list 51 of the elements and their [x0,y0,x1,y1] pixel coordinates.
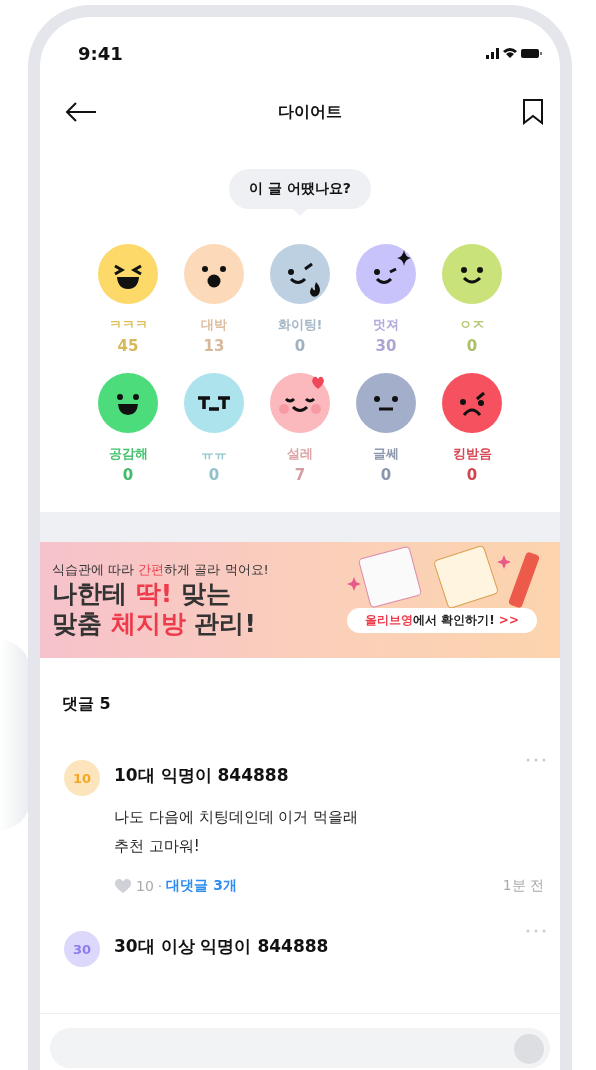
reaction-count: 13 [203,337,225,355]
reaction-label: 공감해 [108,445,148,463]
emoji-face-icon[interactable] [356,373,416,433]
emoji-face-icon[interactable] [184,373,244,433]
emoji-face-icon[interactable] [98,373,158,433]
status-time: 9:41 [78,42,123,64]
comment-text: 추천 고마워! [114,836,200,857]
reaction-label: 글쎄 [373,445,399,463]
reaction-label: 화이팅! [277,316,323,334]
emoji-face-icon[interactable] [442,373,502,433]
comment-input-field[interactable] [50,1028,550,1068]
bookmark-icon[interactable] [522,99,544,125]
reaction-label: 멋져 [373,316,399,334]
comment-text: 나도 다음에 치팅데인데 이거 먹을래 [114,807,359,828]
separator-dot: · [157,878,163,894]
reaction-count: 45 [117,337,139,355]
reaction-count: 0 [122,466,134,484]
reaction-count: 0 [380,466,392,484]
reaction-count: 0 [466,337,478,355]
like-count: 10 [136,878,154,894]
status-icons [486,46,542,60]
reaction-count: 30 [375,337,397,355]
back-arrow-icon[interactable] [64,102,98,122]
comments-header: 댓글 5 [61,693,112,715]
banner-link-button[interactable]: 올리브영에서 확인하기! >> [347,608,537,633]
reaction-count: 0 [294,337,306,355]
emoji-face-icon[interactable] [356,244,416,304]
emoji-face-icon[interactable] [270,244,330,304]
comment-time: 1분 전 [502,877,544,895]
emoji-face-icon[interactable] [184,244,244,304]
reaction-label: ㅋㅋㅋ [108,316,148,334]
emoji-face-icon[interactable] [98,244,158,304]
banner-subtitle: 식습관에 따라 간편하게 골라 먹어요! [52,561,269,579]
reaction-label: 대박 [201,316,227,334]
reaction-label: 설레 [287,445,313,463]
banner-headline: 맞춤 체지방 관리! [52,609,257,639]
ad-banner[interactable]: 식습관에 따라 간편하게 골라 먹어요! 나한테 딱! 맞는 맞춤 체지방 관리! 올리브영에서 확인하기! >> [40,542,560,658]
reaction-count: 0 [208,466,220,484]
reaction-label: 킹받음 [452,445,492,463]
page-title: 다이어트 [278,101,342,123]
emoji-face-icon[interactable] [442,244,502,304]
banner-headline: 나한테 딱! 맞는 [52,579,232,609]
age-badge: 10 [64,760,100,796]
comment-author: 10대 익명이 844888 [114,764,290,787]
emoji-face-icon[interactable] [270,373,330,433]
age-badge: 30 [64,931,100,967]
comment-author: 30대 이상 익명이 844888 [114,935,330,958]
reaction-label: ㅠㅠ [201,445,227,463]
reaction-count: 0 [466,466,478,484]
reaction-label: ㅇㅈ [459,316,485,334]
reaction-count: 7 [294,466,306,484]
